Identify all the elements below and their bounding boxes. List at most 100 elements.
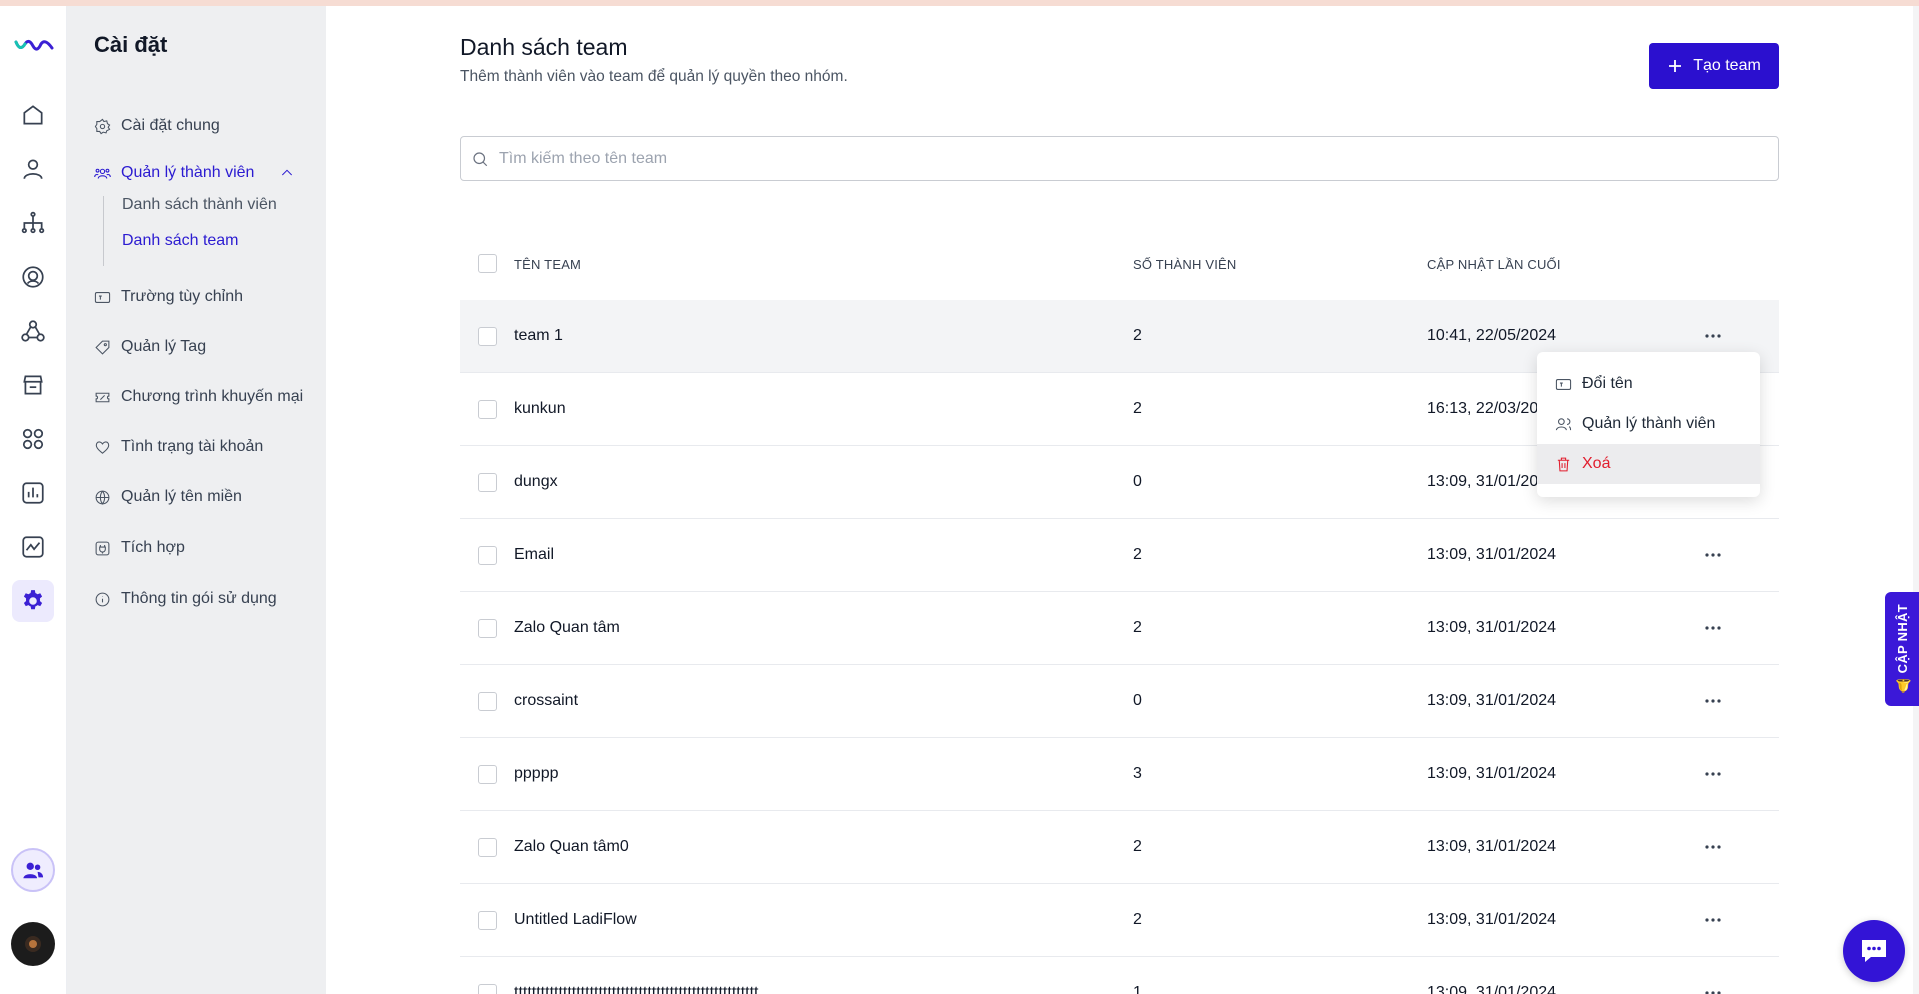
member-count: 1 — [1133, 984, 1142, 994]
subnav-member-list[interactable]: Danh sách thành viên — [122, 196, 277, 214]
row-more-button[interactable] — [1700, 834, 1726, 860]
user-avatar[interactable] — [11, 922, 55, 966]
more-dots-icon — [1705, 626, 1721, 630]
rail-reports-button[interactable] — [12, 472, 54, 514]
rail-segments-button[interactable] — [12, 310, 54, 352]
team-name[interactable]: team 1 — [514, 327, 563, 345]
updates-tab[interactable]: 🔔 CẬP NHẬT — [1885, 592, 1919, 706]
chat-support-button[interactable] — [1843, 920, 1905, 982]
member-count: 0 — [1133, 473, 1142, 490]
app-logo-icon[interactable] — [14, 36, 54, 56]
row-checkbox[interactable] — [478, 765, 497, 784]
rail-home-button[interactable] — [12, 94, 54, 136]
table-row[interactable]: Zalo Quan tâm 2 13:09, 31/01/2024 — [460, 592, 1779, 665]
create-team-label: Tạo team — [1693, 57, 1761, 74]
row-more-button[interactable] — [1700, 980, 1726, 994]
nav-integrations[interactable]: Tích hợp — [94, 534, 185, 562]
table-row[interactable]: Email 2 13:09, 31/01/2024 — [460, 519, 1779, 592]
more-dots-icon — [1705, 845, 1721, 849]
nav-account-status[interactable]: Tình trạng tài khoản — [94, 433, 263, 461]
header-team-name[interactable]: Tên team — [514, 257, 581, 272]
row-more-button[interactable] — [1700, 615, 1726, 641]
table-row[interactable]: crossaint 0 13:09, 31/01/2024 — [460, 665, 1779, 738]
team-name[interactable]: ppppp — [514, 765, 559, 783]
team-search-input[interactable] — [499, 149, 1749, 168]
nav-tags[interactable]: Quản lý Tag — [94, 333, 206, 361]
nav-custom-fields[interactable]: Trường tùy chỉnh — [94, 283, 243, 311]
nav-integrations-label: Tích hợp — [121, 539, 185, 556]
menu-manage-members-label: Quản lý thành viên — [1582, 415, 1716, 432]
rail-target-button[interactable] — [12, 256, 54, 298]
nav-members-label: Quản lý thành viên — [121, 164, 255, 181]
segments-icon — [21, 320, 45, 342]
team-name[interactable]: crossaint — [514, 692, 578, 710]
ticket-icon — [95, 392, 110, 402]
nav-general-settings[interactable]: Cài đặt chung — [94, 112, 220, 140]
nav-tags-label: Quản lý Tag — [121, 338, 207, 355]
last-updated: 10:41, 22/05/2024 — [1427, 327, 1557, 344]
rail-contacts-button[interactable] — [12, 148, 54, 190]
table-row[interactable]: Zalo Quan tâm0 2 13:09, 31/01/2024 — [460, 811, 1779, 884]
row-checkbox[interactable] — [478, 473, 497, 492]
chevron-up-icon[interactable] — [279, 165, 295, 181]
header-member-count[interactable]: Số thành viên — [1133, 257, 1237, 272]
menu-manage-members[interactable]: Quản lý thành viên — [1537, 404, 1760, 444]
team-name[interactable]: Zalo Quan tâm0 — [514, 838, 629, 856]
row-more-button[interactable] — [1700, 907, 1726, 933]
create-team-button[interactable]: Tạo team — [1649, 43, 1779, 89]
more-dots-icon — [1705, 334, 1721, 338]
rail-org-button[interactable] — [12, 202, 54, 244]
rail-settings-button[interactable] — [12, 580, 54, 622]
more-dots-icon — [1705, 772, 1721, 776]
row-checkbox[interactable] — [478, 692, 497, 711]
nav-account-status-label: Tình trạng tài khoản — [121, 438, 264, 455]
table-row[interactable]: ppppp 3 13:09, 31/01/2024 — [460, 738, 1779, 811]
nav-plan-info[interactable]: Thông tin gói sử dụng — [94, 585, 277, 613]
nav-member-management[interactable]: Quản lý thành viên — [94, 159, 294, 187]
row-checkbox[interactable] — [478, 838, 497, 857]
nav-promotions[interactable]: Chương trình khuyến mại — [94, 383, 303, 411]
row-more-button[interactable] — [1700, 688, 1726, 714]
row-checkbox[interactable] — [478, 327, 497, 346]
row-checkbox[interactable] — [478, 400, 497, 419]
team-name[interactable]: dungx — [514, 473, 558, 491]
last-updated: 13:09, 31/01/2024 — [1427, 911, 1557, 928]
subnav-team-list[interactable]: Danh sách team — [122, 232, 239, 250]
team-name[interactable]: tttttttttttttttttttttttttttttttttttttttt… — [514, 984, 772, 994]
team-switch-avatar[interactable] — [11, 848, 55, 892]
tag-icon — [95, 340, 110, 355]
row-more-button[interactable] — [1700, 323, 1726, 349]
select-all-checkbox[interactable] — [478, 254, 497, 273]
team-name[interactable]: Zalo Quan tâm — [514, 619, 620, 637]
rail-store-button[interactable] — [12, 364, 54, 406]
member-count: 3 — [1133, 765, 1142, 782]
rail-apps-button[interactable] — [12, 418, 54, 460]
table-header: Tên team Số thành viên Cập nhật lần cuối — [460, 232, 1779, 300]
table-row[interactable]: tttttttttttttttttttttttttttttttttttttttt… — [460, 957, 1779, 994]
row-checkbox[interactable] — [478, 546, 497, 565]
page-scrollbar[interactable] — [1913, 6, 1919, 994]
row-more-button[interactable] — [1700, 542, 1726, 568]
member-count: 2 — [1133, 327, 1142, 344]
header-last-updated[interactable]: Cập nhật lần cuối — [1427, 257, 1561, 272]
activity-chart-icon — [22, 536, 44, 558]
team-name[interactable]: kunkun — [514, 400, 566, 418]
rename-icon — [1555, 378, 1572, 390]
row-more-button[interactable] — [1700, 761, 1726, 787]
rail-analytics-button[interactable] — [12, 526, 54, 568]
row-checkbox[interactable] — [478, 984, 497, 994]
nav-domains[interactable]: Quản lý tên miền — [94, 483, 242, 511]
row-checkbox[interactable] — [478, 911, 497, 930]
table-row[interactable]: Untitled LadiFlow 2 13:09, 31/01/2024 — [460, 884, 1779, 957]
home-icon — [23, 105, 43, 125]
team-name[interactable]: Untitled LadiFlow — [514, 911, 637, 929]
team-table: Tên team Số thành viên Cập nhật lần cuối… — [460, 232, 1779, 994]
member-count: 2 — [1133, 911, 1142, 928]
menu-delete[interactable]: Xoá — [1537, 444, 1760, 484]
nav-promotions-label: Chương trình khuyến mại — [121, 388, 304, 405]
member-count: 2 — [1133, 619, 1142, 636]
row-checkbox[interactable] — [478, 619, 497, 638]
last-updated: 13:09, 31/01/2024 — [1427, 619, 1557, 636]
team-name[interactable]: Email — [514, 546, 554, 564]
menu-rename[interactable]: Đổi tên — [1537, 364, 1760, 404]
